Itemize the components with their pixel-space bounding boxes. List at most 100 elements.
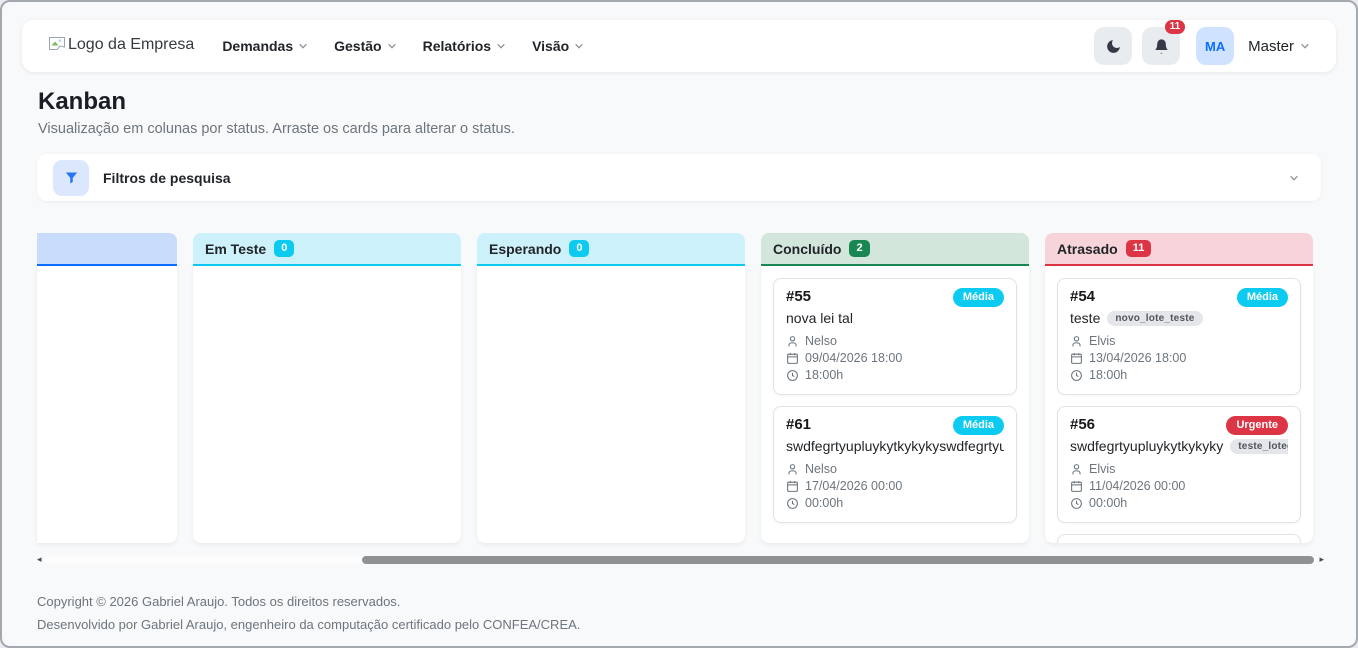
kanban-column-em-teste: Em Teste 0 bbox=[193, 233, 461, 543]
card-description: teste bbox=[1070, 310, 1100, 326]
person-icon bbox=[786, 335, 799, 348]
priority-badge: Média bbox=[953, 288, 1004, 307]
column-header bbox=[37, 233, 177, 266]
card-tag: teste_lotegfgfgf bbox=[1230, 439, 1288, 454]
nav-item-demandas[interactable]: Demandas bbox=[222, 38, 308, 54]
nav-label: Relatórios bbox=[423, 38, 491, 54]
column-count-badge: 2 bbox=[849, 240, 869, 257]
column-title: Esperando bbox=[489, 241, 561, 257]
kanban-column-atrasado: Atrasado 11 #54 Média teste novo_lote_te… bbox=[1045, 233, 1313, 543]
column-body[interactable] bbox=[37, 266, 177, 543]
column-title: Concluído bbox=[773, 241, 841, 257]
kanban-card-57[interactable]: #57 Urgente swdfegrtyupluykytkykykyswdfe… bbox=[1057, 534, 1301, 543]
moon-icon bbox=[1105, 38, 1122, 55]
chevron-down-icon bbox=[496, 41, 506, 51]
card-id: #54 bbox=[1070, 288, 1095, 305]
chevron-down-icon bbox=[387, 41, 397, 51]
chevron-down-icon bbox=[1300, 41, 1310, 51]
calendar-icon bbox=[786, 352, 799, 365]
kanban-card-55[interactable]: #55 Média nova lei tal Nelso 09/04/2026 … bbox=[773, 278, 1017, 395]
page-subtitle: Visualização em colunas por status. Arra… bbox=[38, 121, 1320, 137]
card-description: swdfegrtyupluykytkykyky bbox=[1070, 438, 1223, 454]
priority-badge: Média bbox=[953, 416, 1004, 435]
card-due-date: 17/04/2026 00:00 bbox=[786, 478, 1004, 495]
main-nav: Demandas Gestão Relatórios Visão bbox=[222, 38, 584, 54]
column-body[interactable]: #55 Média nova lei tal Nelso 09/04/2026 … bbox=[761, 266, 1029, 543]
kanban-card-56[interactable]: #56 Urgente swdfegrtyupluykytkykyky test… bbox=[1057, 406, 1301, 523]
card-tag: novo_lote_teste bbox=[1107, 311, 1202, 326]
kanban-card-61[interactable]: #61 Média swdfegrtyupluykytkykykyswdfegr… bbox=[773, 406, 1017, 523]
nav-label: Visão bbox=[532, 38, 569, 54]
column-count-badge: 0 bbox=[274, 240, 294, 257]
column-header: Em Teste 0 bbox=[193, 233, 461, 266]
scrollbar-thumb[interactable] bbox=[362, 556, 1314, 564]
logo-alt-text: Logo da Empresa bbox=[68, 36, 194, 54]
column-header: Atrasado 11 bbox=[1045, 233, 1313, 266]
company-logo[interactable]: Logo da Empresa bbox=[48, 36, 194, 57]
card-hours: 00:00h bbox=[786, 495, 1004, 512]
column-body[interactable] bbox=[193, 266, 461, 543]
footer-developed-by: Desenvolvido por Gabriel Araujo, engenhe… bbox=[37, 613, 1356, 636]
card-id: #56 bbox=[1070, 416, 1095, 433]
kanban-column-cut bbox=[37, 233, 177, 543]
kanban-card-54[interactable]: #54 Média teste novo_lote_teste Elvis 13… bbox=[1057, 278, 1301, 395]
person-icon bbox=[1070, 463, 1083, 476]
card-due-date: 11/04/2026 00:00 bbox=[1070, 478, 1288, 495]
card-description: swdfegrtyupluykytkykykyswdfegrtyupluykyt… bbox=[786, 438, 1004, 454]
filters-accordion[interactable]: Filtros de pesquisa bbox=[37, 154, 1321, 201]
column-count-badge: 0 bbox=[569, 240, 589, 257]
card-id: #61 bbox=[786, 416, 811, 433]
column-count-badge: 11 bbox=[1126, 240, 1152, 257]
nav-item-relatorios[interactable]: Relatórios bbox=[423, 38, 506, 54]
footer-copyright: Copyright © 2026 Gabriel Araujo. Todos o… bbox=[37, 590, 1356, 613]
top-navbar: Logo da Empresa Demandas Gestão Relatóri… bbox=[22, 20, 1336, 72]
person-icon bbox=[1070, 335, 1083, 348]
broken-image-icon bbox=[48, 36, 66, 57]
kanban-board: Em Teste 0 Esperando 0 Concluído 2 #55 bbox=[37, 233, 1356, 543]
chevron-down-icon bbox=[298, 41, 308, 51]
card-due-date: 09/04/2026 18:00 bbox=[786, 350, 1004, 367]
calendar-icon bbox=[1070, 480, 1083, 493]
clock-icon bbox=[786, 497, 799, 510]
column-body[interactable]: #54 Média teste novo_lote_teste Elvis 13… bbox=[1045, 266, 1313, 543]
dark-mode-toggle[interactable] bbox=[1094, 27, 1132, 65]
card-assignee: Elvis bbox=[1070, 461, 1288, 478]
card-id: #55 bbox=[786, 288, 811, 305]
person-icon bbox=[786, 463, 799, 476]
priority-badge: Média bbox=[1237, 288, 1288, 307]
column-header: Concluído 2 bbox=[761, 233, 1029, 266]
page-header: Kanban Visualização em colunas por statu… bbox=[38, 88, 1320, 137]
column-header: Esperando 0 bbox=[477, 233, 745, 266]
card-hours: 18:00h bbox=[1070, 367, 1288, 384]
card-assignee: Nelso bbox=[786, 333, 1004, 350]
user-menu[interactable]: Master bbox=[1248, 38, 1310, 55]
nav-label: Demandas bbox=[222, 38, 293, 54]
user-name: Master bbox=[1248, 38, 1294, 55]
card-assignee: Elvis bbox=[1070, 333, 1288, 350]
clock-icon bbox=[1070, 369, 1083, 382]
card-assignee: Nelso bbox=[786, 461, 1004, 478]
chevron-down-icon bbox=[1289, 173, 1299, 183]
filters-label: Filtros de pesquisa bbox=[103, 170, 231, 186]
navbar-actions: 11 MA Master bbox=[1094, 27, 1310, 65]
filter-icon bbox=[64, 170, 79, 185]
column-title: Atrasado bbox=[1057, 241, 1118, 257]
user-avatar[interactable]: MA bbox=[1196, 27, 1234, 65]
priority-badge: Urgente bbox=[1226, 416, 1288, 435]
kanban-column-esperando: Esperando 0 bbox=[477, 233, 745, 543]
card-description: nova lei tal bbox=[786, 310, 853, 326]
nav-item-visao[interactable]: Visão bbox=[532, 38, 584, 54]
column-body[interactable] bbox=[477, 266, 745, 543]
card-hours: 18:00h bbox=[786, 367, 1004, 384]
bell-icon bbox=[1153, 38, 1170, 55]
notifications-button[interactable]: 11 bbox=[1142, 27, 1180, 65]
card-hours: 00:00h bbox=[1070, 495, 1288, 512]
calendar-icon bbox=[786, 480, 799, 493]
scroll-left-arrow[interactable]: ◂ bbox=[37, 555, 42, 564]
clock-icon bbox=[1070, 497, 1083, 510]
nav-item-gestao[interactable]: Gestão bbox=[334, 38, 396, 54]
scroll-right-arrow[interactable]: ▸ bbox=[1319, 555, 1324, 564]
horizontal-scrollbar: ◂ ▸ bbox=[37, 555, 1324, 564]
card-due-date: 13/04/2026 18:00 bbox=[1070, 350, 1288, 367]
scrollbar-track[interactable] bbox=[44, 556, 1318, 564]
